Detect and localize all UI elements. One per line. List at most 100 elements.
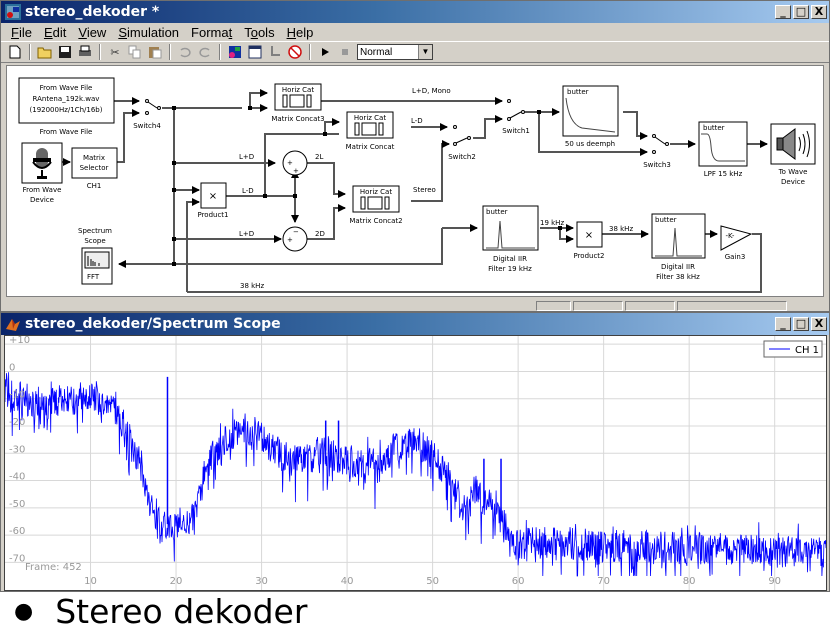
deemph-filter-block[interactable]: butter 50 us deemph — [562, 85, 619, 148]
frame-label: Frame: 452 — [25, 562, 82, 573]
toolbar-separator — [309, 44, 311, 60]
menu-format[interactable]: Format — [185, 25, 238, 40]
gain3-block[interactable]: -K- Gain3 — [720, 225, 753, 261]
signal-line — [473, 115, 503, 139]
print-icon[interactable] — [77, 44, 93, 60]
menubar: File Edit View Simulation Format Tools Help — [1, 23, 829, 41]
paste-icon[interactable] — [147, 44, 163, 60]
toolbar-separator — [219, 44, 221, 60]
x-tick-label: 40 — [341, 576, 354, 587]
menu-view[interactable]: View — [72, 25, 112, 40]
library-browser-icon[interactable] — [227, 44, 243, 60]
svg-text:Product2: Product2 — [573, 252, 604, 260]
stop-icon[interactable] — [337, 44, 353, 60]
product2-block[interactable]: × Product2 — [573, 221, 605, 260]
copy-icon[interactable] — [127, 44, 143, 60]
svg-text:Device: Device — [30, 196, 54, 204]
svg-text:Switch2: Switch2 — [448, 153, 476, 161]
toolbar-separator — [169, 44, 171, 60]
product1-block[interactable]: × Product1 — [197, 182, 229, 219]
slide-bullet: ● Stereo dekoder — [10, 592, 307, 631]
matrix-concat2-block[interactable]: Horiz Cat Matrix Concat2 — [349, 185, 403, 225]
maximize-button[interactable]: □ — [793, 5, 809, 19]
svg-text:Horiz Cat: Horiz Cat — [360, 188, 392, 196]
model-window: stereo_dekoder * _ □ X File Edit View Simul… — [0, 0, 830, 312]
signal-label-lpd2: L+D — [239, 230, 254, 238]
from-wave-file-block[interactable]: From Wave File RAntena_192k.wav (192000H… — [18, 77, 115, 136]
spectrum-plot[interactable]: 10 20 30 40 50 60 70 80 90 +10 0 -10 -20 -30 -40 -50 -60… — [4, 335, 827, 591]
menu-edit[interactable]: Edit — [38, 25, 72, 40]
lpf-15khz-block[interactable]: butter LPF 15 kHz — [698, 121, 748, 178]
save-icon[interactable] — [57, 44, 73, 60]
y-tick-label: -70 — [9, 553, 25, 564]
model-explorer-icon[interactable] — [247, 44, 263, 60]
update-diagram-icon[interactable] — [267, 44, 283, 60]
svg-text:2L: 2L — [315, 153, 323, 161]
minimize-button[interactable]: _ — [775, 5, 791, 19]
minimize-button[interactable]: _ — [775, 317, 791, 331]
redo-icon[interactable] — [197, 44, 213, 60]
menu-tools[interactable]: Tools — [238, 25, 280, 40]
signal-line — [118, 228, 443, 268]
svg-text:+: + — [293, 167, 299, 175]
svg-text:50 us deemph: 50 us deemph — [565, 140, 615, 148]
switch4-block[interactable]: Switch4 — [133, 99, 161, 131]
start-icon[interactable] — [317, 44, 333, 60]
legend[interactable]: CH 1 — [763, 340, 823, 358]
toolbar: ✂ Normal ▼ — [1, 41, 829, 63]
svg-text:butter: butter — [703, 124, 725, 132]
svg-text:From Wave: From Wave — [23, 186, 62, 194]
matrix-selector-block[interactable]: Matrix Selector CH1 — [71, 147, 118, 190]
menu-file[interactable]: File — [5, 25, 38, 40]
switch1-block[interactable]: Switch1 — [502, 99, 530, 136]
close-button[interactable]: X — [811, 317, 827, 331]
svg-text:Switch3: Switch3 — [643, 161, 671, 169]
svg-text:Selector: Selector — [80, 164, 109, 172]
signal-label-stereo: Stereo — [413, 186, 436, 194]
svg-text:From Wave File: From Wave File — [40, 128, 93, 136]
svg-text:+: + — [287, 159, 293, 167]
simulation-mode-select[interactable]: Normal ▼ — [357, 44, 433, 60]
svg-text:Spectrum: Spectrum — [78, 227, 112, 235]
x-tick-label: 70 — [597, 576, 610, 587]
block-diagram-canvas[interactable]: From Wave File RAntena_192k.wav (192000H… — [6, 65, 824, 297]
y-tick-label: -10 — [9, 390, 25, 401]
close-button[interactable]: X — [811, 5, 827, 19]
model-titlebar[interactable]: stereo_dekoder * _ □ X — [1, 1, 829, 23]
matrix-concat3-block[interactable]: Horiz Cat Matrix Concat3 — [271, 83, 325, 123]
new-icon[interactable] — [7, 44, 23, 60]
debug-icon[interactable] — [287, 44, 303, 60]
svg-text:2D: 2D — [315, 230, 325, 238]
filter-38khz-block[interactable]: butter Digital IIR Filter 38 kHz — [651, 213, 706, 281]
to-wave-device-block[interactable]: To Wave Device — [770, 123, 816, 186]
svg-text:RAntena_192k.wav: RAntena_192k.wav — [33, 95, 100, 103]
x-tick-label: 80 — [683, 576, 696, 587]
svg-text:Switch1: Switch1 — [502, 127, 530, 135]
undo-icon[interactable] — [177, 44, 193, 60]
spectrum-scope-block[interactable]: Spectrum Scope FFT — [78, 227, 113, 285]
bullet-text: Stereo dekoder — [55, 592, 308, 631]
switch3-block[interactable]: Switch3 — [643, 134, 671, 170]
matrix-concat-block[interactable]: Horiz Cat Matrix Concat — [346, 111, 395, 151]
toolbar-separator — [29, 44, 31, 60]
svg-text:CH1: CH1 — [87, 182, 102, 190]
switch2-block[interactable]: Switch2 — [448, 125, 476, 162]
x-tick-label: 10 — [84, 576, 97, 587]
open-icon[interactable] — [37, 44, 53, 60]
chevron-down-icon[interactable]: ▼ — [418, 45, 432, 59]
svg-text:To Wave: To Wave — [778, 168, 808, 176]
signal-label-19khz: 19 kHz — [540, 219, 564, 227]
from-wave-device-block[interactable]: From Wave Device — [21, 142, 63, 204]
menu-help[interactable]: Help — [281, 25, 320, 40]
svg-text:Matrix Concat2: Matrix Concat2 — [349, 217, 402, 225]
y-tick-label: -50 — [9, 499, 25, 510]
maximize-button[interactable]: □ — [793, 317, 809, 331]
filter-19khz-block[interactable]: butter Digital IIR Filter 19 kHz — [482, 205, 539, 273]
svg-text:Scope: Scope — [84, 237, 105, 245]
svg-text:×: × — [209, 191, 217, 202]
menu-simulation[interactable]: Simulation — [112, 25, 185, 40]
scope-titlebar[interactable]: stereo_dekoder/Spectrum Scope _ □ X — [1, 313, 829, 335]
svg-text:Device: Device — [781, 178, 805, 186]
cut-icon[interactable]: ✂ — [107, 44, 123, 60]
svg-text:Matrix Concat: Matrix Concat — [346, 143, 395, 151]
